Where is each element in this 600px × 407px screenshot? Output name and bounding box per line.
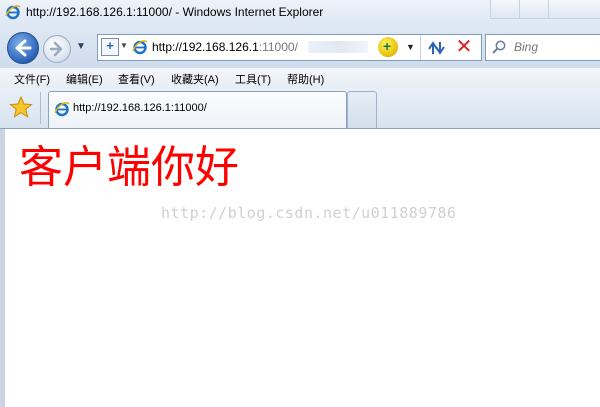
compatibility-view-icon[interactable]: + xyxy=(378,37,398,57)
blurred-url-fragment xyxy=(308,41,368,53)
ie-tab-icon xyxy=(54,102,70,117)
favorites-star-icon[interactable] xyxy=(9,95,33,119)
ie-page-icon xyxy=(132,40,148,55)
minimize-button[interactable] xyxy=(490,0,520,19)
menu-view[interactable]: 查看(V) xyxy=(118,71,155,87)
back-button[interactable] xyxy=(7,32,39,64)
close-button[interactable] xyxy=(548,0,600,19)
stop-icon[interactable]: ✕ xyxy=(453,36,475,58)
menu-tools[interactable]: 工具(T) xyxy=(235,71,271,87)
address-host: http://192.168.126.1 xyxy=(152,40,259,54)
forward-button[interactable] xyxy=(43,35,71,63)
forward-arrow-icon xyxy=(49,41,63,57)
add-favorites-caret-icon[interactable]: ▼ xyxy=(120,41,128,50)
address-dropdown-icon[interactable]: ▼ xyxy=(406,42,415,52)
address-port: :11000/ xyxy=(258,40,298,54)
tab-bar: http://192.168.126.1:11000/ xyxy=(0,88,600,129)
window-title: http://192.168.126.1:11000/ - Windows In… xyxy=(26,5,324,19)
menu-edit[interactable]: 编辑(E) xyxy=(66,71,103,87)
address-bar[interactable]: + ▼ http://192.168.126.1:11000/ + ▼ ✕ xyxy=(97,34,482,61)
window-controls xyxy=(490,0,600,20)
back-arrow-icon xyxy=(15,39,32,57)
refresh-icon[interactable] xyxy=(425,39,445,57)
active-tab[interactable]: http://192.168.126.1:11000/ xyxy=(48,91,347,128)
ie-logo-icon xyxy=(5,5,21,20)
navigation-bar: ▼ + ▼ http://192.168.126.1:11000/ + ▼ ✕ xyxy=(0,26,600,68)
search-input[interactable] xyxy=(512,39,600,55)
page-content: 客户端你好 http://blog.csdn.net/u011889786 xyxy=(0,129,600,407)
add-favorites-icon[interactable]: + xyxy=(101,38,119,56)
address-separator xyxy=(420,35,421,60)
watermark-text: http://blog.csdn.net/u011889786 xyxy=(161,204,457,222)
greeting-text: 客户端你好 xyxy=(19,142,239,193)
toolbar-separator xyxy=(40,92,41,124)
tab-title: http://192.168.126.1:11000/ xyxy=(73,102,207,114)
title-bar: http://192.168.126.1:11000/ - Windows In… xyxy=(0,0,600,26)
menu-bar: 文件(F) 编辑(E) 查看(V) 收藏夹(A) 工具(T) 帮助(H) xyxy=(0,68,600,88)
search-box[interactable] xyxy=(485,34,600,61)
recent-pages-dropdown-icon[interactable]: ▼ xyxy=(76,41,86,52)
menu-file[interactable]: 文件(F) xyxy=(14,71,50,87)
menu-favorites[interactable]: 收藏夹(A) xyxy=(171,71,219,87)
maximize-button[interactable] xyxy=(519,0,549,19)
menu-help[interactable]: 帮助(H) xyxy=(287,71,324,87)
address-url[interactable]: http://192.168.126.1:11000/ xyxy=(152,40,298,54)
new-tab-button[interactable] xyxy=(347,91,377,128)
search-icon xyxy=(492,40,506,54)
